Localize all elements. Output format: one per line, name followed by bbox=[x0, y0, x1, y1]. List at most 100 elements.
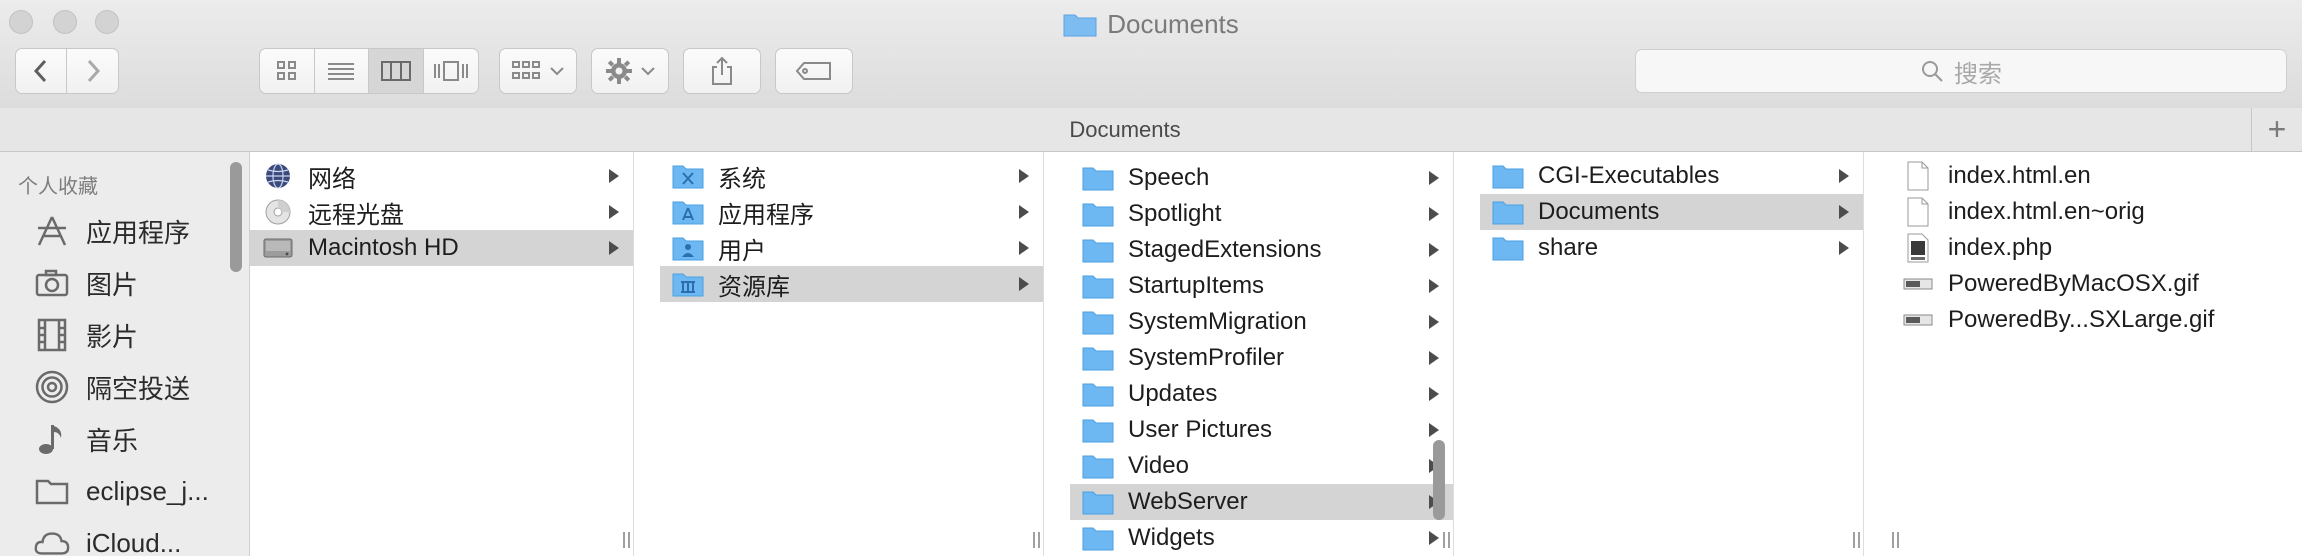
list-item-label: SystemProfiler bbox=[1128, 344, 1285, 371]
list-item[interactable]: StartupItems bbox=[1070, 268, 1453, 304]
disclosure-arrow-icon bbox=[1839, 169, 1849, 183]
list-item-label: 远程光盘 bbox=[308, 201, 404, 229]
arrange-grid-icon bbox=[512, 61, 540, 79]
column-scrollbar[interactable] bbox=[1433, 440, 1445, 520]
disclosure-arrow-icon bbox=[609, 241, 619, 255]
tag-button[interactable] bbox=[775, 48, 853, 94]
disclosure-arrow-icon bbox=[1429, 351, 1439, 365]
sidebar-item-label: eclipse_j... bbox=[86, 475, 209, 506]
list-item-label: SystemMigration bbox=[1128, 308, 1307, 335]
list-item[interactable]: Macintosh HD bbox=[250, 230, 633, 266]
applications-folder-icon bbox=[672, 198, 704, 226]
list-item[interactable]: WebServer bbox=[1070, 484, 1453, 520]
users-folder-icon bbox=[672, 234, 704, 262]
tab-bar: Documents + bbox=[0, 108, 2302, 152]
list-item[interactable]: Updates bbox=[1070, 376, 1453, 412]
folder-icon bbox=[1082, 380, 1114, 408]
gallery-view-button[interactable] bbox=[424, 49, 479, 93]
sidebar-item-airdrop[interactable]: 隔空投送 bbox=[34, 365, 190, 409]
browser-column-webserver: CGI-Executables Documents share bbox=[1480, 152, 1864, 556]
list-item[interactable]: PoweredByMacOSX.gif bbox=[1890, 266, 2302, 302]
disclosure-arrow-icon bbox=[1429, 243, 1439, 257]
search-field[interactable]: 搜索 bbox=[1635, 49, 2287, 93]
navigation-buttons bbox=[15, 48, 119, 94]
folder-icon bbox=[1492, 234, 1524, 262]
action-menu-button[interactable] bbox=[591, 48, 669, 94]
list-item-label: Macintosh HD bbox=[308, 234, 459, 261]
list-view-button[interactable] bbox=[315, 49, 369, 93]
sidebar-item-music[interactable]: 音乐 bbox=[34, 417, 138, 461]
folder-icon bbox=[1082, 488, 1114, 516]
list-item-label: Updates bbox=[1128, 380, 1218, 407]
list-item[interactable]: 系统 bbox=[660, 158, 1043, 194]
icloud-icon bbox=[34, 525, 70, 556]
sidebar-item-label: 音乐 bbox=[86, 425, 139, 456]
sidebar-scrollbar[interactable] bbox=[230, 162, 242, 272]
list-item[interactable]: 应用程序 bbox=[660, 194, 1043, 230]
column-view-button[interactable] bbox=[369, 49, 424, 93]
column-resize-handle[interactable] bbox=[1890, 532, 1902, 550]
list-item[interactable]: 网络 bbox=[250, 158, 633, 194]
disclosure-arrow-icon bbox=[1019, 277, 1029, 291]
back-button[interactable] bbox=[16, 49, 68, 93]
share-button[interactable] bbox=[683, 48, 761, 94]
new-tab-button[interactable]: + bbox=[2251, 108, 2302, 151]
list-item[interactable]: Widgets bbox=[1070, 520, 1453, 556]
folder-icon bbox=[1082, 200, 1114, 228]
arrange-button[interactable] bbox=[499, 48, 577, 94]
list-item[interactable]: Video bbox=[1070, 448, 1453, 484]
tag-icon bbox=[796, 62, 831, 80]
sidebar-item-label: 图片 bbox=[86, 269, 139, 300]
tab-title[interactable]: Documents bbox=[0, 108, 2250, 152]
list-item[interactable]: StagedExtensions bbox=[1070, 232, 1453, 268]
sidebar: 个人收藏 应用程序 图片 影片 隔空投送 音乐 eclipse_j... iCl… bbox=[0, 152, 250, 556]
folder-icon bbox=[1082, 272, 1114, 300]
list-item[interactable]: index.html.en~orig bbox=[1890, 194, 2302, 230]
column-resize-handle[interactable] bbox=[619, 532, 633, 550]
gear-icon bbox=[606, 58, 632, 84]
list-item[interactable]: index.php bbox=[1890, 230, 2302, 266]
browser-column-macintosh-hd: 系统 应用程序 用户 资源库 bbox=[660, 152, 1044, 556]
list-item[interactable]: CGI-Executables bbox=[1480, 158, 1863, 194]
list-item[interactable]: PoweredBy...SXLarge.gif bbox=[1890, 302, 2302, 338]
list-item[interactable]: Documents bbox=[1480, 194, 1863, 230]
folder-icon bbox=[1082, 236, 1114, 264]
list-item[interactable]: Spotlight bbox=[1070, 196, 1453, 232]
list-item[interactable]: 资源库 bbox=[660, 266, 1043, 302]
list-item[interactable]: SystemMigration bbox=[1070, 304, 1453, 340]
sidebar-item-pictures[interactable]: 图片 bbox=[34, 261, 138, 305]
list-item[interactable]: index.html.en bbox=[1890, 158, 2302, 194]
sidebar-item-icloud[interactable]: iCloud... bbox=[34, 521, 181, 556]
sidebar-item-applications[interactable]: 应用程序 bbox=[34, 209, 190, 253]
list-item[interactable]: SystemProfiler bbox=[1070, 340, 1453, 376]
gif-image-icon bbox=[1902, 306, 1934, 334]
search-icon bbox=[1922, 61, 1943, 82]
list-item[interactable]: 远程光盘 bbox=[250, 194, 633, 230]
icon-view-icon bbox=[276, 61, 296, 80]
disclosure-arrow-icon bbox=[1839, 205, 1849, 219]
sidebar-item-eclipse[interactable]: eclipse_j... bbox=[34, 469, 209, 513]
gallery-view-icon bbox=[433, 61, 468, 81]
folder-icon bbox=[1082, 344, 1114, 372]
hard-drive-icon bbox=[262, 234, 294, 262]
applications-icon bbox=[34, 213, 70, 249]
disclosure-arrow-icon bbox=[1429, 207, 1439, 221]
column-resize-handle[interactable] bbox=[1849, 532, 1863, 550]
forward-button[interactable] bbox=[67, 49, 118, 93]
column-resize-handle[interactable] bbox=[1029, 532, 1043, 550]
list-item-label: 应用程序 bbox=[718, 201, 814, 229]
list-item-label: share bbox=[1538, 234, 1599, 261]
list-item[interactable]: User Pictures bbox=[1070, 412, 1453, 448]
folder-icon bbox=[1082, 452, 1114, 480]
list-item[interactable]: share bbox=[1480, 230, 1863, 266]
list-item-label: Speech bbox=[1128, 164, 1210, 191]
column-resize-handle[interactable] bbox=[1439, 532, 1453, 550]
system-folder-icon bbox=[672, 162, 704, 190]
php-file-icon bbox=[1902, 233, 1934, 263]
disclosure-arrow-icon bbox=[1019, 205, 1029, 219]
icon-view-button[interactable] bbox=[260, 49, 315, 93]
list-item[interactable]: Speech bbox=[1070, 160, 1453, 196]
list-item[interactable]: 用户 bbox=[660, 230, 1043, 266]
sidebar-item-label: 应用程序 bbox=[86, 217, 191, 248]
sidebar-item-movies[interactable]: 影片 bbox=[34, 313, 138, 357]
